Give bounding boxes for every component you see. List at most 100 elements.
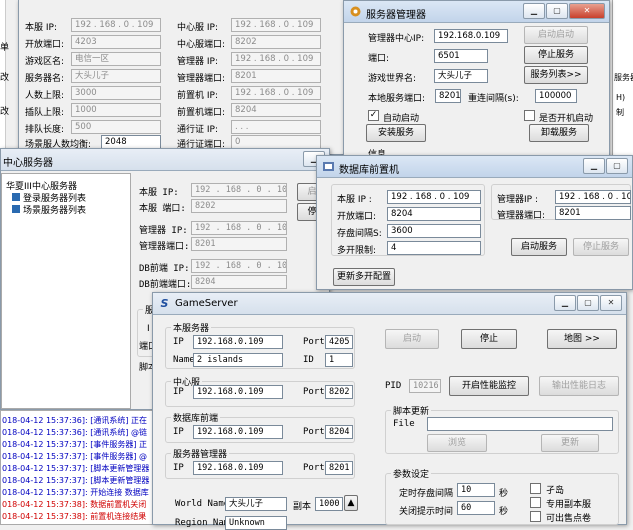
db-stop-button[interactable]: 停止服务 bbox=[573, 238, 629, 256]
db-ip-input[interactable]: 192 . 168 . 0 . 109 bbox=[387, 190, 481, 204]
close-button[interactable]: ✕ bbox=[569, 3, 605, 19]
gs-mgr-port-label: Port bbox=[303, 463, 325, 473]
login-row-input[interactable]: 1000 bbox=[71, 103, 161, 117]
island-checkbox[interactable] bbox=[530, 483, 541, 494]
sell-points-checkbox[interactable] bbox=[530, 511, 541, 522]
center-row-input[interactable]: 8201 bbox=[191, 237, 287, 251]
login-row-input-2[interactable]: 8201 bbox=[231, 69, 321, 83]
copy-input[interactable]: 1000 bbox=[315, 497, 343, 511]
db-mgr-port-input[interactable]: 8201 bbox=[555, 206, 631, 220]
center-row-input[interactable]: 192 . 168 . 0 . 109 bbox=[191, 259, 287, 273]
db-port-label: 开放端口: bbox=[337, 212, 377, 222]
map-button[interactable]: 地图 >> bbox=[547, 329, 617, 349]
file-input[interactable] bbox=[427, 417, 613, 431]
login-row-input[interactable]: 192 . 168 . 0 . 109 bbox=[71, 18, 161, 32]
center-partial-label-1: I bbox=[147, 324, 150, 334]
db-save-input[interactable]: 3600 bbox=[387, 224, 481, 238]
manager-app-icon bbox=[350, 6, 361, 17]
uninstall-service-button[interactable]: 卸载服务 bbox=[529, 124, 589, 142]
mgr-port-input[interactable]: 6501 bbox=[434, 49, 488, 63]
database-icon bbox=[323, 162, 334, 171]
gs-db-port-label: Port bbox=[303, 427, 325, 437]
right-edge-text-3: 制 bbox=[616, 108, 624, 117]
gs-name-input[interactable]: 2 islands bbox=[193, 353, 283, 367]
login-row-input[interactable]: 大头儿子 bbox=[71, 69, 161, 83]
db-front-titlebar[interactable]: 数据库前置机 ▁ ▢ bbox=[317, 156, 632, 178]
perf-log-button[interactable]: 输出性能日志 bbox=[539, 376, 619, 396]
log-line: 018-04-12 15:37:37]: [事件服务器] 正 bbox=[2, 440, 148, 449]
update-button[interactable]: 更新 bbox=[541, 434, 599, 452]
gs-port-input[interactable]: 4205 bbox=[325, 335, 353, 349]
center-row-input[interactable]: 8204 bbox=[191, 275, 287, 289]
gs-db-ip-input[interactable]: 192.168.0.109 bbox=[193, 425, 283, 439]
gs-id-input[interactable]: 1 bbox=[325, 353, 353, 367]
db-front-window: 数据库前置机 ▁ ▢ 本服 IP : 192 . 168 . 0 . 109 开放… bbox=[316, 155, 633, 290]
mgr-stop-button[interactable]: 停止服务 bbox=[524, 46, 588, 64]
perf-monitor-button[interactable]: 开启性能监控 bbox=[449, 376, 529, 396]
region-name-input[interactable]: Unknown bbox=[225, 516, 287, 530]
tree-node-icon bbox=[12, 205, 20, 213]
gs-mgr-ip-input[interactable]: 192.168.0.109 bbox=[193, 461, 283, 475]
boot-start-checkbox[interactable] bbox=[524, 110, 535, 121]
login-row-input[interactable]: 4203 bbox=[71, 35, 161, 49]
gs-center-port-input[interactable]: 8202 bbox=[325, 385, 353, 399]
update-multi-config-button[interactable]: 更新多开配置 bbox=[333, 268, 395, 286]
gs-ip-input[interactable]: 192.168.0.109 bbox=[193, 335, 283, 349]
pass-port-input[interactable]: 0 bbox=[231, 135, 321, 149]
auto-start-button[interactable]: 启动启动 bbox=[524, 26, 588, 44]
close-button[interactable]: ✕ bbox=[600, 295, 622, 311]
gs-db-port-input[interactable]: 8204 bbox=[325, 425, 353, 439]
gameserver-titlebar[interactable]: S GameServer ▁ ▢ ✕ bbox=[153, 293, 626, 315]
minimize-button[interactable]: ▁ bbox=[523, 3, 545, 19]
center-server-titlebar[interactable]: 中心服务器 ▁ bbox=[1, 149, 329, 171]
dungeon-checkbox[interactable] bbox=[530, 497, 541, 508]
db-port-input[interactable]: 8204 bbox=[387, 207, 481, 221]
auto-start-label: 自动启动 bbox=[383, 114, 420, 124]
close-time-label: 关闭提示时间 bbox=[399, 507, 454, 517]
center-row-input[interactable]: 8202 bbox=[191, 199, 287, 213]
mgr-interval-input[interactable]: 100000 bbox=[535, 89, 577, 103]
center-row-input[interactable]: 192 . 168 . 0 . 109 bbox=[191, 183, 287, 197]
gs-center-ip-input[interactable]: 192.168.0.109 bbox=[193, 385, 283, 399]
close-time-input[interactable]: 60 bbox=[457, 501, 495, 515]
center-row-label: 管理器端口: bbox=[139, 242, 190, 252]
db-mgr-ip-input[interactable]: 192 . 168 . 0 . 10 bbox=[555, 190, 631, 204]
login-row-input-2[interactable]: 8204 bbox=[231, 103, 321, 117]
copy-spin-button[interactable]: ▲ bbox=[344, 495, 358, 511]
maximize-button[interactable]: ▢ bbox=[546, 3, 568, 19]
mgr-local-port-input[interactable]: 8201 bbox=[435, 89, 461, 103]
login-row-input-2[interactable]: 192 . 168 . 0 . 109 bbox=[231, 18, 321, 32]
gs-start-button[interactable]: 启动 bbox=[385, 329, 439, 349]
tree-node-icon bbox=[12, 193, 20, 201]
browse-button[interactable]: 浏览 bbox=[427, 434, 487, 452]
gs-mgr-port-input[interactable]: 8201 bbox=[325, 461, 353, 475]
maximize-button[interactable]: ▢ bbox=[606, 158, 628, 174]
gs-id-label: ID bbox=[303, 355, 314, 365]
login-row-input[interactable]: 电信一区 bbox=[71, 52, 161, 66]
db-start-button[interactable]: 启动服务 bbox=[511, 238, 567, 256]
login-row-input-2[interactable]: . . . bbox=[231, 120, 321, 134]
mgr-world-input[interactable]: 大头儿子 bbox=[434, 69, 488, 83]
maximize-button[interactable]: ▢ bbox=[577, 295, 599, 311]
tree-scene-item[interactable]: 场景服务器列表 bbox=[12, 203, 86, 216]
login-row-label-2: 通行证 IP: bbox=[177, 125, 218, 135]
log-line: 018-04-12 15:37:38]: 数据前置机关闭 bbox=[2, 500, 147, 509]
center-row-input[interactable]: 192 . 168 . 0 . 109 bbox=[191, 221, 287, 235]
minimize-button[interactable]: ▁ bbox=[554, 295, 576, 311]
balance-input[interactable]: 2048 bbox=[101, 135, 161, 149]
auto-start-checkbox[interactable]: ✓ bbox=[368, 110, 379, 121]
save-interval-input[interactable]: 10 bbox=[457, 483, 495, 497]
server-manager-titlebar[interactable]: 服务器管理器 ▁ ▢ ✕ bbox=[344, 1, 609, 23]
login-row-input[interactable]: 500 bbox=[71, 120, 161, 134]
login-row-input-2[interactable]: 192 . 168 . 0 . 109 bbox=[231, 86, 321, 100]
world-name-input[interactable]: 大头儿子 bbox=[225, 497, 287, 511]
login-row-input-2[interactable]: 192 . 168 . 0 . 109 bbox=[231, 52, 321, 66]
gs-stop-button[interactable]: 停止 bbox=[461, 329, 517, 349]
service-list-button[interactable]: 服务列表>> bbox=[524, 66, 588, 84]
mgr-center-ip-input[interactable]: 192.168.0.109 bbox=[434, 29, 508, 43]
minimize-button[interactable]: ▁ bbox=[583, 158, 605, 174]
login-row-input[interactable]: 3000 bbox=[71, 86, 161, 100]
db-multi-input[interactable]: 4 bbox=[387, 241, 481, 255]
install-service-button[interactable]: 安装服务 bbox=[366, 124, 426, 142]
login-row-input-2[interactable]: 8202 bbox=[231, 35, 321, 49]
